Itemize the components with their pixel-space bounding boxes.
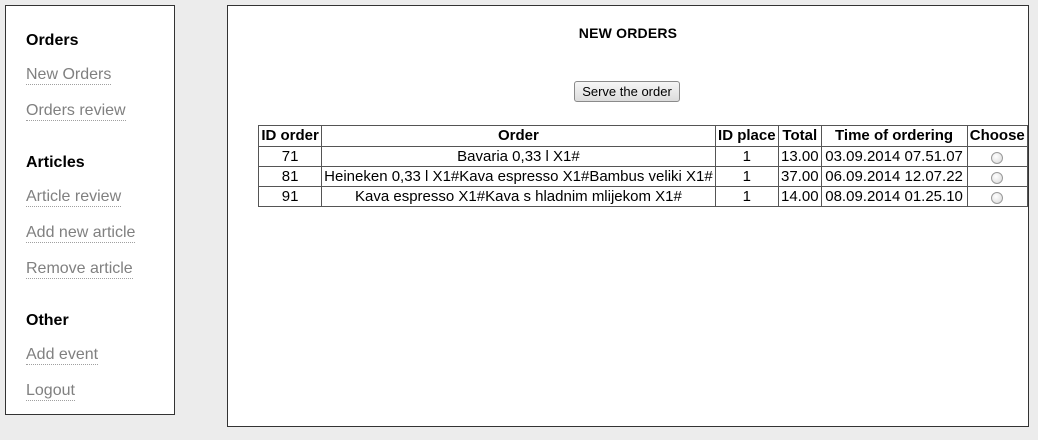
page-title: NEW ORDERS [578,25,678,41]
main-panel: NEW ORDERS Serve the order ID order Orde… [227,5,1029,427]
choose-radio[interactable] [991,171,1004,184]
cell-id-place: 1 [714,166,779,187]
choose-radio[interactable] [991,191,1004,204]
cell-id-order: 81 [257,166,323,187]
table-header-row: ID order Order ID place Total Time of or… [257,125,1029,147]
nav-link-add-event[interactable]: Add event [26,346,99,365]
cell-total: 37.00 [777,166,822,187]
column-header-time-of-ordering: Time of ordering [820,125,968,147]
nav-link-logout[interactable]: Logout [26,382,75,401]
nav-link-orders-review[interactable]: Orders review [26,102,126,121]
column-header-total: Total [777,125,822,147]
section-title-orders: Orders [26,32,79,49]
cell-total: 14.00 [777,186,822,207]
cell-order: Heineken 0,33 l X1#Kava espresso X1#Bamb… [321,166,716,187]
table-row: 91 Kava espresso X1#Kava s hladnim mlije… [257,186,1029,207]
sidebar-nav: Orders New Orders Orders review Articles… [5,5,175,415]
table-row: 81 Heineken 0,33 l X1#Kava espresso X1#B… [257,166,1029,187]
nav-link-new-orders[interactable]: New Orders [26,66,112,85]
cell-time: 03.09.2014 07.51.07 [820,146,968,167]
column-header-id-order: ID order [257,125,323,147]
cell-id-place: 1 [714,186,779,207]
cell-id-place: 1 [714,146,779,167]
nav-link-article-review[interactable]: Article review [26,188,122,207]
section-title-other: Other [26,312,69,329]
cell-order: Bavaria 0,33 l X1# [321,146,716,167]
nav-link-remove-article[interactable]: Remove article [26,260,133,279]
cell-id-order: 71 [257,146,323,167]
nav-link-add-new-article[interactable]: Add new article [26,224,136,243]
section-title-articles: Articles [26,154,85,171]
column-header-order: Order [321,125,716,147]
column-header-choose: Choose [966,125,1029,147]
cell-choose [966,186,1029,207]
table-row: 71 Bavaria 0,33 l X1# 1 13.00 03.09.2014… [257,146,1029,167]
orders-table: ID order Order ID place Total Time of or… [257,125,1029,207]
cell-choose [966,146,1029,167]
choose-radio[interactable] [991,151,1004,164]
cell-time: 06.09.2014 12.07.22 [820,166,968,187]
cell-total: 13.00 [777,146,822,167]
cell-id-order: 91 [257,186,323,207]
serve-order-button[interactable]: Serve the order [574,81,680,102]
cell-order: Kava espresso X1#Kava s hladnim mlijekom… [321,186,716,207]
cell-time: 08.09.2014 01.25.10 [820,186,968,207]
cell-choose [966,166,1029,187]
column-header-id-place: ID place [714,125,779,147]
